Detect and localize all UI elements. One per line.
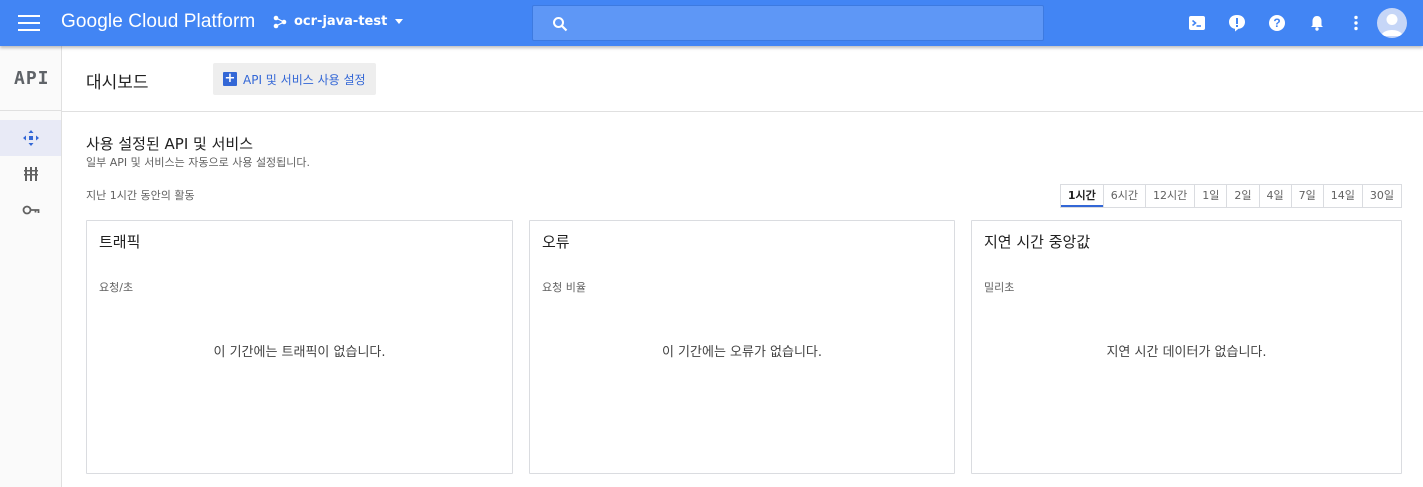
left-nav: API (0, 46, 62, 487)
top-app-bar: Google Cloud Platform ocr-java-test ? (0, 0, 1423, 46)
svg-text:?: ? (1273, 16, 1280, 30)
project-selector[interactable]: ocr-java-test (273, 14, 404, 29)
card-empty-message: 이 기간에는 트래픽이 없습니다. (213, 345, 386, 360)
feedback-icon[interactable] (1227, 13, 1247, 33)
traffic-card: 트래픽 요청/초 이 기간에는 트래픽이 없습니다. (86, 220, 513, 474)
sidebar-divider (0, 110, 61, 111)
dashboard-icon (22, 130, 39, 146)
search-bar[interactable] (532, 5, 1044, 41)
card-title: 지연 시간 중앙값 (984, 233, 1091, 251)
project-name: ocr-java-test (294, 14, 388, 29)
credentials-icon (22, 205, 39, 215)
cloud-shell-icon[interactable] (1187, 13, 1207, 33)
enable-apis-button[interactable]: + API 및 서비스 사용 설정 (213, 63, 376, 95)
card-empty-message: 이 기간에는 오류가 없습니다. (661, 345, 823, 360)
range-7d[interactable]: 7일 (1290, 185, 1323, 207)
time-range-selector: 1시간 6시간 12시간 1일 2일 4일 7일 14일 30일 (1059, 184, 1402, 208)
search-icon (553, 17, 568, 32)
avatar-icon (1381, 14, 1403, 36)
card-unit: 밀리초 (984, 281, 1015, 294)
card-title: 트래픽 (99, 233, 141, 251)
chevron-down-icon (395, 19, 404, 24)
sidebar-item-library[interactable] (0, 156, 61, 192)
sidebar-item-dashboard[interactable] (0, 120, 61, 156)
range-2d[interactable]: 2일 (1226, 185, 1258, 207)
card-empty-message: 지연 시간 데이터가 없습니다. (1106, 345, 1267, 360)
enable-apis-label: API 및 서비스 사용 설정 (243, 72, 366, 87)
notifications-icon[interactable] (1307, 13, 1327, 33)
help-icon[interactable]: ? (1267, 13, 1287, 33)
range-30d[interactable]: 30일 (1361, 185, 1401, 207)
library-icon (23, 167, 38, 181)
section-title: 사용 설정된 API 및 서비스 (86, 135, 254, 153)
dashboard-content: 사용 설정된 API 및 서비스 일부 API 및 서비스는 자동으로 사용 설… (62, 112, 1423, 487)
menu-icon[interactable] (18, 15, 40, 31)
sidebar-item-credentials[interactable] (0, 192, 61, 228)
card-title: 오류 (542, 233, 570, 251)
range-6h[interactable]: 6시간 (1102, 185, 1145, 207)
range-14d[interactable]: 14일 (1322, 185, 1362, 207)
errors-card: 오류 요청 비율 이 기간에는 오류가 없습니다. (529, 220, 955, 474)
range-1d[interactable]: 1일 (1194, 185, 1226, 207)
brand-title[interactable]: Google Cloud Platform (61, 11, 255, 33)
range-4d[interactable]: 4일 (1258, 185, 1291, 207)
period-label: 지난 1시간 동안의 활동 (86, 189, 195, 202)
search-input[interactable] (579, 6, 1029, 40)
more-vert-icon[interactable] (1346, 13, 1366, 33)
latency-card: 지연 시간 중앙값 밀리초 지연 시간 데이터가 없습니다. (971, 220, 1402, 474)
page-header: 대시보드 + API 및 서비스 사용 설정 (62, 46, 1423, 112)
range-1h[interactable]: 1시간 (1060, 185, 1103, 207)
project-icon (273, 15, 287, 28)
add-box-icon: + (223, 71, 237, 86)
page-title: 대시보드 (86, 73, 149, 93)
api-logo: API (14, 68, 50, 89)
section-subtitle: 일부 API 및 서비스는 자동으로 사용 설정됩니다. (86, 156, 311, 169)
card-unit: 요청/초 (99, 281, 134, 294)
range-12h[interactable]: 12시간 (1145, 185, 1194, 207)
card-unit: 요청 비율 (542, 281, 586, 294)
account-avatar[interactable] (1377, 8, 1407, 38)
